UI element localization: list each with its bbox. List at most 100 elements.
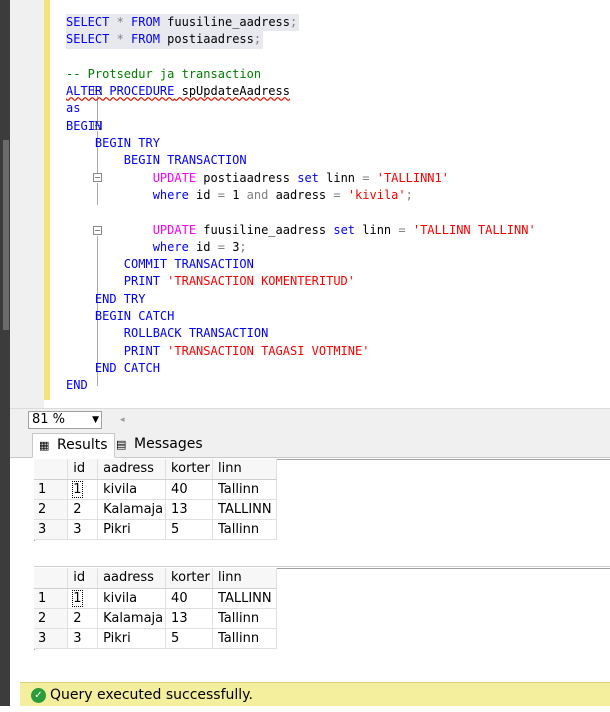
- row-number[interactable]: 2: [34, 499, 69, 520]
- code-line[interactable]: ROLLBACK TRANSACTION: [66, 325, 610, 342]
- table-row[interactable]: 1 1 kivila 40 Tallinn: [34, 479, 277, 500]
- table-cell[interactable]: 3: [67, 519, 99, 540]
- table-cell[interactable]: 40: [165, 588, 214, 609]
- table-cell[interactable]: Tallinn: [212, 628, 277, 649]
- code-line[interactable]: -- Protsedur ja transaction: [66, 66, 610, 83]
- result-grid-1[interactable]: id aadress korter linn 1 1 kivila 40 Tal…: [34, 459, 277, 540]
- code-line[interactable]: PRINT 'TRANSACTION TAGASI VOTMINE': [66, 343, 610, 360]
- table-cell[interactable]: TALLINN: [212, 499, 277, 520]
- code-line[interactable]: BEGIN TRY: [66, 135, 610, 152]
- code-token: SELECT: [66, 15, 110, 29]
- code-line[interactable]: BEGIN CATCH: [66, 308, 610, 325]
- code-token: 'TRANSACTION KOMENTERITUD': [159, 274, 355, 289]
- table-cell[interactable]: 13: [165, 608, 214, 629]
- table-cell[interactable]: Tallinn: [212, 519, 277, 540]
- table-cell[interactable]: 2: [67, 608, 99, 629]
- row-number[interactable]: 2: [34, 608, 69, 629]
- column-header[interactable]: linn: [212, 568, 277, 589]
- table-cell[interactable]: Pikri: [97, 519, 167, 540]
- chevron-down-icon[interactable]: ▼: [92, 412, 99, 428]
- code-line-text: where id = 1 and aadress = 'kivila';: [66, 188, 413, 202]
- column-header[interactable]: linn: [212, 459, 277, 480]
- table-cell[interactable]: 13: [165, 499, 214, 520]
- table-cell[interactable]: 1: [67, 479, 99, 500]
- code-line[interactable]: END: [66, 377, 610, 394]
- code-token: and: [246, 187, 269, 202]
- tab-messages[interactable]: ▤ Messages: [110, 433, 209, 458]
- table-cell[interactable]: 1: [67, 588, 99, 609]
- table-row[interactable]: 3 3 Pikri 5 Tallinn: [34, 628, 277, 649]
- code-line[interactable]: as: [66, 100, 610, 117]
- column-header[interactable]: aadress: [97, 568, 167, 589]
- table-cell[interactable]: 5: [165, 519, 214, 540]
- tab-results[interactable]: ▦ Results: [32, 433, 115, 458]
- column-header[interactable]: id: [67, 568, 99, 589]
- table-cell[interactable]: 2: [67, 499, 99, 520]
- column-header[interactable]: aadress: [97, 459, 167, 480]
- code-line[interactable]: UPDATE fuusiline_aadress set linn = 'TAL…: [66, 222, 610, 239]
- code-line[interactable]: where id = 3;: [66, 239, 610, 256]
- code-token: where: [152, 239, 189, 254]
- row-number[interactable]: 1: [34, 588, 69, 609]
- code-line-text: COMMIT TRANSACTION: [66, 257, 254, 271]
- row-header-corner[interactable]: [34, 459, 69, 480]
- code-line-text: END: [66, 378, 88, 392]
- grid-separator: [34, 566, 610, 567]
- code-token: ;: [290, 15, 298, 29]
- code-line[interactable]: ALTER PROCEDURE spUpdateAadress: [66, 83, 610, 100]
- sql-editor[interactable]: − − − − SELECT * FROM fuusiline_aadress;…: [10, 0, 610, 408]
- row-header-corner[interactable]: [34, 568, 69, 589]
- table-cell[interactable]: Tallinn: [212, 479, 277, 500]
- table-cell[interactable]: Tallinn: [212, 608, 277, 629]
- table-cell[interactable]: 40: [165, 479, 214, 500]
- code-line-text: SELECT * FROM fuusiline_aadress;: [66, 14, 300, 32]
- code-text[interactable]: SELECT * FROM fuusiline_aadress; SELECT *…: [66, 14, 610, 395]
- code-token: SELECT: [66, 32, 110, 47]
- table-cell[interactable]: Kalamaja: [97, 499, 167, 520]
- code-line[interactable]: COMMIT TRANSACTION: [66, 256, 610, 273]
- code-line[interactable]: SELECT * FROM postiaadress;: [66, 31, 610, 49]
- code-line-text: BEGIN: [66, 119, 102, 133]
- table-cell[interactable]: Pikri: [97, 628, 167, 649]
- table-cell[interactable]: 3: [67, 628, 99, 649]
- code-line[interactable]: SELECT * FROM fuusiline_aadress;: [66, 14, 610, 32]
- horizontal-scrollbar[interactable]: ◂: [110, 413, 610, 427]
- vertical-scroll-thumb[interactable]: [3, 140, 9, 330]
- table-cell[interactable]: TALLINN: [212, 588, 277, 609]
- row-number[interactable]: 1: [34, 479, 69, 500]
- table-cell[interactable]: kivila: [97, 588, 167, 609]
- code-token: UPDATE: [152, 170, 197, 185]
- result-grid-2[interactable]: id aadress korter linn 1 1 kivila 40 TAL…: [34, 568, 277, 649]
- table-row[interactable]: 3 3 Pikri 5 Tallinn: [34, 519, 277, 540]
- code-line[interactable]: BEGIN: [66, 118, 610, 135]
- code-line[interactable]: where id = 1 and aadress = 'kivila';: [66, 187, 610, 204]
- table-cell[interactable]: kivila: [97, 479, 167, 500]
- row-number[interactable]: 3: [34, 628, 69, 649]
- column-header[interactable]: korter: [165, 568, 214, 589]
- table-row[interactable]: 2 2 Kalamaja 13 Tallinn: [34, 608, 277, 629]
- column-header[interactable]: korter: [165, 459, 214, 480]
- table-cell[interactable]: 5: [165, 628, 214, 649]
- code-line[interactable]: END CATCH: [66, 360, 610, 377]
- table-cell[interactable]: Kalamaja: [97, 608, 167, 629]
- zoom-dropdown[interactable]: 81 % ▼: [28, 411, 102, 429]
- column-header[interactable]: id: [67, 459, 99, 480]
- table-row[interactable]: 1 1 kivila 40 TALLINN: [34, 588, 277, 609]
- code-token: set: [297, 170, 319, 185]
- row-number[interactable]: 3: [34, 519, 69, 540]
- breakpoint-margin[interactable]: [10, 0, 44, 408]
- results-pane: id aadress korter linn 1 1 kivila 40 Tal…: [10, 458, 610, 682]
- code-line[interactable]: PRINT 'TRANSACTION KOMENTERITUD': [66, 273, 610, 290]
- code-line[interactable]: [66, 204, 610, 221]
- code-line[interactable]: END TRY: [66, 291, 610, 308]
- table-row[interactable]: 2 2 Kalamaja 13 TALLINN: [34, 499, 277, 520]
- code-line[interactable]: [66, 49, 610, 66]
- code-line[interactable]: UPDATE postiaadress set linn = 'TALLINN1…: [66, 170, 610, 187]
- scroll-left-icon[interactable]: ◂: [120, 415, 125, 425]
- code-token: 'TALLINN1': [369, 170, 449, 185]
- code-line[interactable]: BEGIN TRANSACTION: [66, 152, 610, 169]
- code-token: fuusiline_aadress: [159, 15, 290, 29]
